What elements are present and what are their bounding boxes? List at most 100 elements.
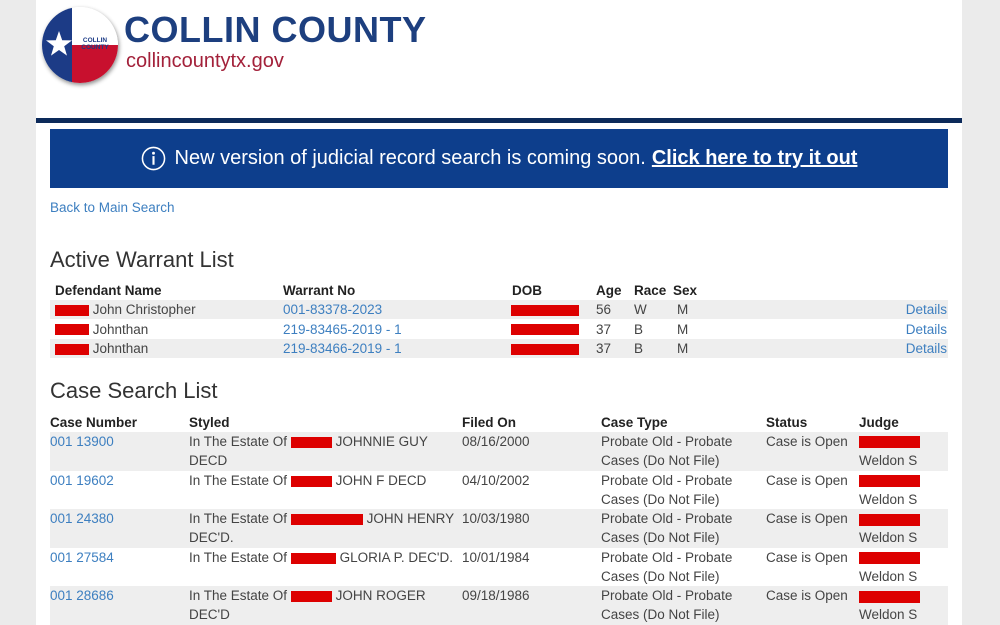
- redaction-bar: [511, 324, 579, 336]
- warrant-number-link[interactable]: 219-83466-2019 - 1: [283, 339, 402, 358]
- redaction-bar: [859, 475, 920, 488]
- column-header-judge: Judge: [859, 415, 899, 430]
- try-new-search-link[interactable]: Click here to try it out: [652, 147, 858, 170]
- case-type-cell: Probate Old - Probate: [601, 511, 733, 527]
- redaction-bar: [859, 552, 920, 565]
- table-row: 001 13900 In The Estate Of JOHNNIE GUY D…: [50, 432, 948, 471]
- judge-cell: Weldon S: [859, 453, 918, 468]
- column-header-dob: DOB: [512, 283, 542, 298]
- details-link[interactable]: Details: [906, 320, 947, 339]
- back-to-main-search-link[interactable]: Back to Main Search: [50, 200, 175, 215]
- race-cell: W: [634, 302, 647, 317]
- judge-redaction: [859, 509, 920, 528]
- redaction-bar: [290, 552, 336, 564]
- column-header-case-number: Case Number: [50, 415, 138, 430]
- case-type-cell: Probate Old - Probate: [601, 588, 733, 604]
- brand-name: COLLIN COUNTY: [124, 9, 427, 50]
- sex-cell: M: [677, 341, 689, 356]
- redaction-bar: [859, 513, 920, 526]
- table-row: 001 27584 In The Estate Of GLORIA P. DEC…: [50, 548, 948, 587]
- case-type-cell-line2: Cases (Do Not File): [601, 607, 720, 623]
- age-cell: 56: [596, 302, 612, 317]
- dob-cell: [511, 300, 579, 319]
- sex-cell: M: [677, 321, 689, 337]
- judge-cell: Weldon S: [859, 568, 918, 584]
- judge-redaction: [859, 471, 920, 490]
- race-cell: B: [634, 321, 644, 337]
- case-number-link[interactable]: 001 27584: [50, 548, 114, 567]
- table-row: Johnthan 219-83465-2019 - 1 37 B M Detai…: [50, 320, 948, 339]
- table-row: 001 24380 In The Estate Of JOHN HENRY DE…: [50, 509, 948, 548]
- judge-cell: Weldon S: [859, 607, 918, 623]
- redaction-bar: [290, 591, 332, 603]
- styled-cell: In The Estate Of JOHN F DECD: [189, 472, 427, 488]
- styled-cell: In The Estate Of JOHN ROGER: [189, 588, 426, 604]
- filed-on-cell: 04/10/2002: [462, 472, 530, 488]
- race-cell: B: [634, 341, 644, 356]
- info-icon: [141, 146, 165, 171]
- defendant-cell: Johnthan: [55, 320, 148, 339]
- dob-cell: [511, 339, 579, 358]
- styled-cell: In The Estate Of JOHN HENRY: [189, 511, 455, 527]
- details-link[interactable]: Details: [906, 339, 947, 358]
- case-list-title: Case Search List: [50, 378, 218, 403]
- warrant-number-link[interactable]: 219-83465-2019 - 1: [283, 320, 402, 339]
- judge-cell: Weldon S: [859, 530, 918, 546]
- column-header-case-type: Case Type: [601, 415, 668, 430]
- table-row: Johnthan 219-83466-2019 - 1 37 B M Detai…: [50, 339, 948, 358]
- redaction-bar: [55, 324, 89, 336]
- table-row: 001 19602 In The Estate Of JOHN F DECD 0…: [50, 471, 948, 510]
- status-cell: Case is Open: [766, 588, 848, 604]
- column-header-age: Age: [596, 283, 622, 298]
- page: COLLIN COUNTY COLLIN COUNTY collincounty…: [36, 0, 962, 625]
- filed-on-cell: 10/03/1980: [462, 511, 530, 527]
- case-number-link[interactable]: 001 19602: [50, 471, 114, 490]
- styled-cell-line2: DECD: [189, 453, 228, 468]
- styled-cell-line2: DEC'D: [189, 607, 230, 623]
- case-number-link[interactable]: 001 13900: [50, 432, 114, 451]
- texas-flag-star-icon[interactable]: COLLIN COUNTY: [42, 7, 118, 83]
- status-cell: Case is Open: [766, 549, 848, 565]
- column-header-sex: Sex: [673, 283, 698, 298]
- redaction-bar: [859, 590, 920, 603]
- banner-message: New version of judicial record search is…: [174, 147, 646, 169]
- column-header-filed-on: Filed On: [462, 415, 516, 430]
- dob-cell: [511, 320, 579, 339]
- status-cell: Case is Open: [766, 511, 848, 527]
- warrant-list-title: Active Warrant List: [50, 247, 234, 272]
- redaction-bar: [55, 343, 89, 355]
- column-header-race: Race: [634, 283, 667, 298]
- case-type-cell: Probate Old - Probate: [601, 434, 733, 449]
- defendant-cell: John Christopher: [55, 300, 196, 319]
- judge-cell: Weldon S: [859, 491, 918, 507]
- filed-on-cell: 09/18/1986: [462, 588, 530, 604]
- filed-on-cell: 08/16/2000: [462, 434, 530, 449]
- brand-url[interactable]: collincountytx.gov: [126, 49, 284, 73]
- warrant-number-link[interactable]: 001-83378-2023: [283, 300, 382, 319]
- column-header-warrant-no: Warrant No: [283, 283, 356, 298]
- table-row: 001 28686 In The Estate Of JOHN ROGER DE…: [50, 586, 948, 625]
- filed-on-cell: 10/01/1984: [462, 549, 530, 565]
- judge-redaction: [859, 548, 920, 567]
- styled-cell-line2: DEC'D.: [189, 530, 234, 546]
- case-type-cell-line2: Cases (Do Not File): [601, 530, 720, 546]
- styled-cell: In The Estate Of GLORIA P. DEC'D.: [189, 549, 453, 565]
- table-row: John Christopher 001-83378-2023 56 W M D…: [50, 300, 948, 319]
- case-number-link[interactable]: 001 24380: [50, 509, 114, 528]
- header-divider: [36, 118, 962, 123]
- judge-redaction: [859, 432, 920, 451]
- case-type-cell: Probate Old - Probate: [601, 472, 733, 488]
- site-header: COLLIN COUNTY COLLIN COUNTY collincounty…: [36, 0, 962, 118]
- styled-cell: In The Estate Of JOHNNIE GUY: [189, 434, 428, 449]
- details-link[interactable]: Details: [906, 300, 947, 319]
- redaction-bar: [55, 304, 89, 316]
- status-cell: Case is Open: [766, 434, 848, 449]
- sex-cell: M: [677, 302, 689, 317]
- redaction-bar: [290, 514, 363, 526]
- case-type-cell-line2: Cases (Do Not File): [601, 453, 720, 468]
- case-number-link[interactable]: 001 28686: [50, 586, 114, 605]
- column-header-styled: Styled: [189, 415, 230, 430]
- redaction-bar: [511, 304, 579, 316]
- redaction-bar: [859, 436, 920, 449]
- redaction-bar: [290, 475, 332, 487]
